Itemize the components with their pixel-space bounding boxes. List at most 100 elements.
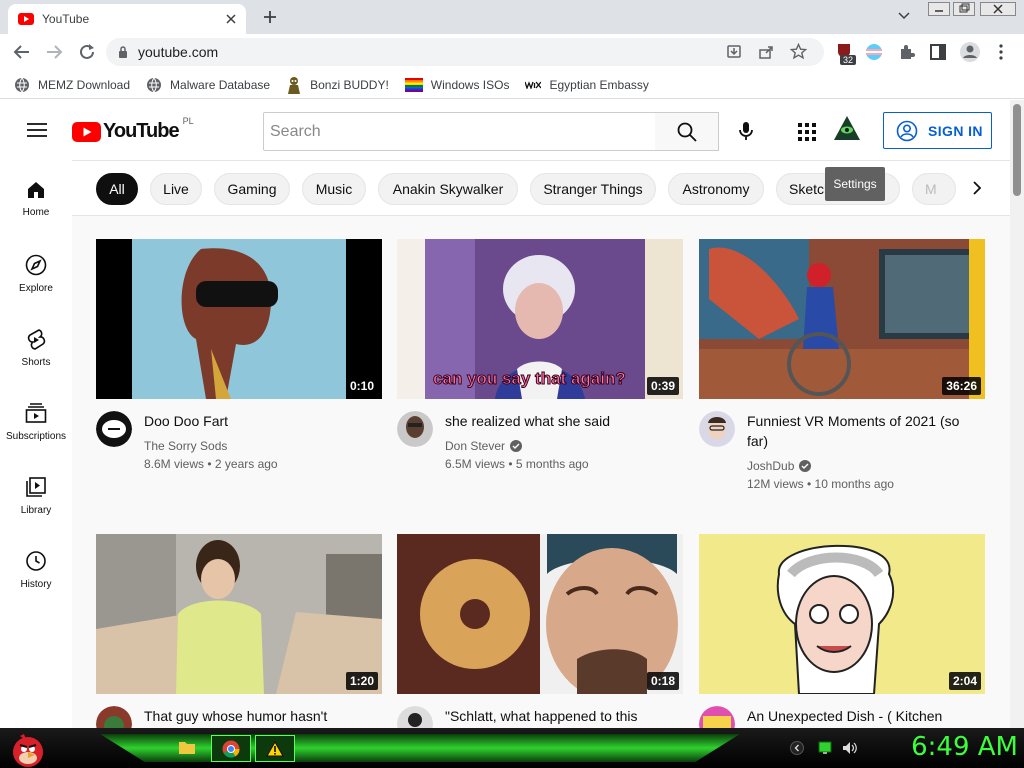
video-thumbnail[interactable]: 1:20 bbox=[96, 534, 382, 694]
bookmark-malware-database[interactable]: Malware Database bbox=[146, 77, 270, 93]
video-title[interactable]: Funniest VR Moments of 2021 (so far) bbox=[747, 411, 977, 451]
sign-in-label: SIGN IN bbox=[928, 122, 983, 139]
taskbar-chrome-button[interactable] bbox=[211, 735, 251, 762]
chip-all[interactable]: All bbox=[96, 173, 138, 205]
channel-name[interactable]: The Sorry Sods bbox=[144, 439, 227, 453]
channel-avatar[interactable] bbox=[96, 706, 132, 728]
apps-grid-icon[interactable] bbox=[798, 123, 816, 141]
taskbar-warning-button[interactable] bbox=[255, 735, 295, 762]
compass-icon bbox=[25, 254, 47, 276]
video-card[interactable]: 1:20 That guy whose humor hasn't bbox=[96, 534, 382, 728]
video-card[interactable]: 36:26 Funniest VR Moments of 2021 (so fa… bbox=[699, 239, 985, 491]
history-icon bbox=[25, 550, 47, 572]
hamburger-menu-icon[interactable] bbox=[27, 123, 47, 137]
chips-next-chevron-icon[interactable] bbox=[972, 181, 982, 195]
reload-icon[interactable] bbox=[78, 43, 96, 61]
video-title[interactable]: An Unexpected Dish - ( Kitchen bbox=[747, 706, 977, 726]
sign-in-button[interactable]: SIGN IN bbox=[883, 112, 992, 149]
video-duration: 0:39 bbox=[646, 377, 679, 395]
video-card[interactable]: 2:04 An Unexpected Dish - ( Kitchen bbox=[699, 534, 985, 728]
video-duration: 0:10 bbox=[345, 377, 378, 395]
chip-anakin-skywalker[interactable]: Anakin Skywalker bbox=[378, 173, 518, 205]
chip-gaming[interactable]: Gaming bbox=[214, 173, 290, 205]
bookmark-star-icon[interactable] bbox=[790, 43, 807, 60]
minimize-window-button[interactable] bbox=[928, 2, 950, 16]
bookmark-bonzi-buddy[interactable]: Bonzi BUDDY! bbox=[286, 76, 389, 94]
settings-eye-pyramid-icon[interactable] bbox=[833, 114, 861, 142]
tab-close-icon[interactable] bbox=[226, 14, 236, 24]
tray-chevron-icon[interactable] bbox=[790, 741, 804, 755]
side-panel-icon[interactable] bbox=[930, 44, 946, 60]
video-card[interactable]: can you say that again? 0:39 she realize… bbox=[397, 239, 683, 471]
video-card[interactable]: 0:18 "Schlatt, what happened to this bbox=[397, 534, 683, 728]
page-scrollbar[interactable] bbox=[1010, 100, 1024, 728]
youtube-header: YouTube PL Search SIGN IN bbox=[0, 100, 1010, 160]
chip-live[interactable]: Live bbox=[150, 173, 202, 205]
video-card[interactable]: 0:10 Doo Doo Fart The Sorry Sods 8.6M vi… bbox=[96, 239, 382, 471]
chip-astronomy[interactable]: Astronomy bbox=[668, 173, 764, 205]
close-window-button[interactable] bbox=[980, 2, 1016, 16]
pride-extension-icon[interactable] bbox=[865, 43, 883, 61]
video-thumbnail[interactable]: 0:18 bbox=[397, 534, 683, 694]
sidebar-item-home[interactable]: Home bbox=[0, 180, 72, 250]
sidebar-item-explore[interactable]: Explore bbox=[0, 254, 72, 324]
sidebar-item-shorts[interactable]: Shorts bbox=[0, 328, 72, 398]
video-meta: 6.5M views • 5 months ago bbox=[445, 457, 589, 471]
browser-tab[interactable]: YouTube bbox=[8, 4, 246, 34]
profile-avatar-icon[interactable] bbox=[959, 41, 981, 63]
bookmark-egyptian-embassy[interactable]: Egyptian Embassy bbox=[525, 78, 649, 92]
channel-name[interactable]: JoshDub bbox=[747, 459, 812, 473]
taskbar-clock[interactable]: 6:49 AM bbox=[878, 732, 1018, 764]
network-icon[interactable] bbox=[818, 741, 832, 755]
channel-avatar[interactable] bbox=[699, 706, 735, 728]
search-input[interactable]: Search bbox=[263, 112, 656, 151]
video-title[interactable]: Doo Doo Fart bbox=[144, 411, 374, 431]
channel-avatar[interactable] bbox=[96, 411, 132, 447]
video-thumbnail[interactable]: 36:26 bbox=[699, 239, 985, 399]
new-tab-icon[interactable] bbox=[262, 9, 278, 25]
back-arrow-icon[interactable] bbox=[13, 44, 31, 60]
share-icon[interactable] bbox=[758, 44, 774, 60]
install-app-icon[interactable] bbox=[726, 44, 742, 60]
tab-title: YouTube bbox=[42, 12, 90, 26]
sidebar-item-library[interactable]: Library bbox=[0, 476, 72, 546]
youtube-logo[interactable]: YouTube PL bbox=[72, 116, 194, 143]
video-title[interactable]: That guy whose humor hasn't bbox=[144, 706, 374, 726]
bookmarks-bar: MEMZ Download Malware Database Bonzi BUD… bbox=[0, 71, 1024, 99]
restore-window-button[interactable] bbox=[953, 2, 975, 16]
wix-logo-icon bbox=[525, 80, 542, 89]
folder-icon[interactable] bbox=[178, 739, 196, 755]
tab-search-chevron-icon[interactable] bbox=[898, 12, 910, 20]
volume-icon[interactable] bbox=[842, 741, 858, 755]
browser-tab-strip: YouTube bbox=[0, 0, 1024, 34]
video-thumbnail[interactable]: can you say that again? 0:39 bbox=[397, 239, 683, 399]
sidebar-item-history[interactable]: History bbox=[0, 550, 72, 620]
angry-bird-start-icon[interactable] bbox=[8, 730, 48, 768]
address-bar[interactable]: youtube.com bbox=[106, 38, 824, 66]
channel-avatar[interactable] bbox=[397, 706, 433, 728]
search-button[interactable] bbox=[655, 112, 719, 151]
chip-m[interactable]: M bbox=[912, 173, 956, 205]
region-code: PL bbox=[182, 116, 194, 126]
taskbar-glow bbox=[100, 734, 740, 762]
channel-avatar[interactable] bbox=[699, 411, 735, 447]
bookmark-memz-download[interactable]: MEMZ Download bbox=[14, 77, 130, 93]
video-title[interactable]: "Schlatt, what happened to this bbox=[445, 706, 675, 726]
extensions-puzzle-icon[interactable] bbox=[898, 43, 916, 61]
microphone-icon[interactable] bbox=[739, 121, 753, 141]
chip-stranger-things[interactable]: Stranger Things bbox=[530, 173, 656, 205]
browser-toolbar: youtube.com 32 bbox=[0, 34, 1024, 71]
sidebar-item-subscriptions[interactable]: Subscriptions bbox=[0, 402, 72, 472]
channel-avatar[interactable] bbox=[397, 411, 433, 447]
chip-music[interactable]: Music bbox=[302, 173, 366, 205]
youtube-page: YouTube PL Search SIGN IN Home Explore S… bbox=[0, 100, 1010, 728]
os-taskbar: 6:49 AM bbox=[0, 728, 1024, 768]
video-title[interactable]: she realized what she said bbox=[445, 411, 675, 431]
channel-name[interactable]: Don Stever bbox=[445, 439, 523, 453]
video-thumbnail[interactable]: 0:10 bbox=[96, 239, 382, 399]
scrollbar-thumb[interactable] bbox=[1013, 104, 1021, 196]
forward-arrow-icon[interactable] bbox=[45, 44, 63, 60]
browser-menu-icon[interactable] bbox=[998, 44, 1004, 60]
bookmark-windows-isos[interactable]: Windows ISOs bbox=[404, 77, 509, 92]
video-thumbnail[interactable]: 2:04 bbox=[699, 534, 985, 694]
